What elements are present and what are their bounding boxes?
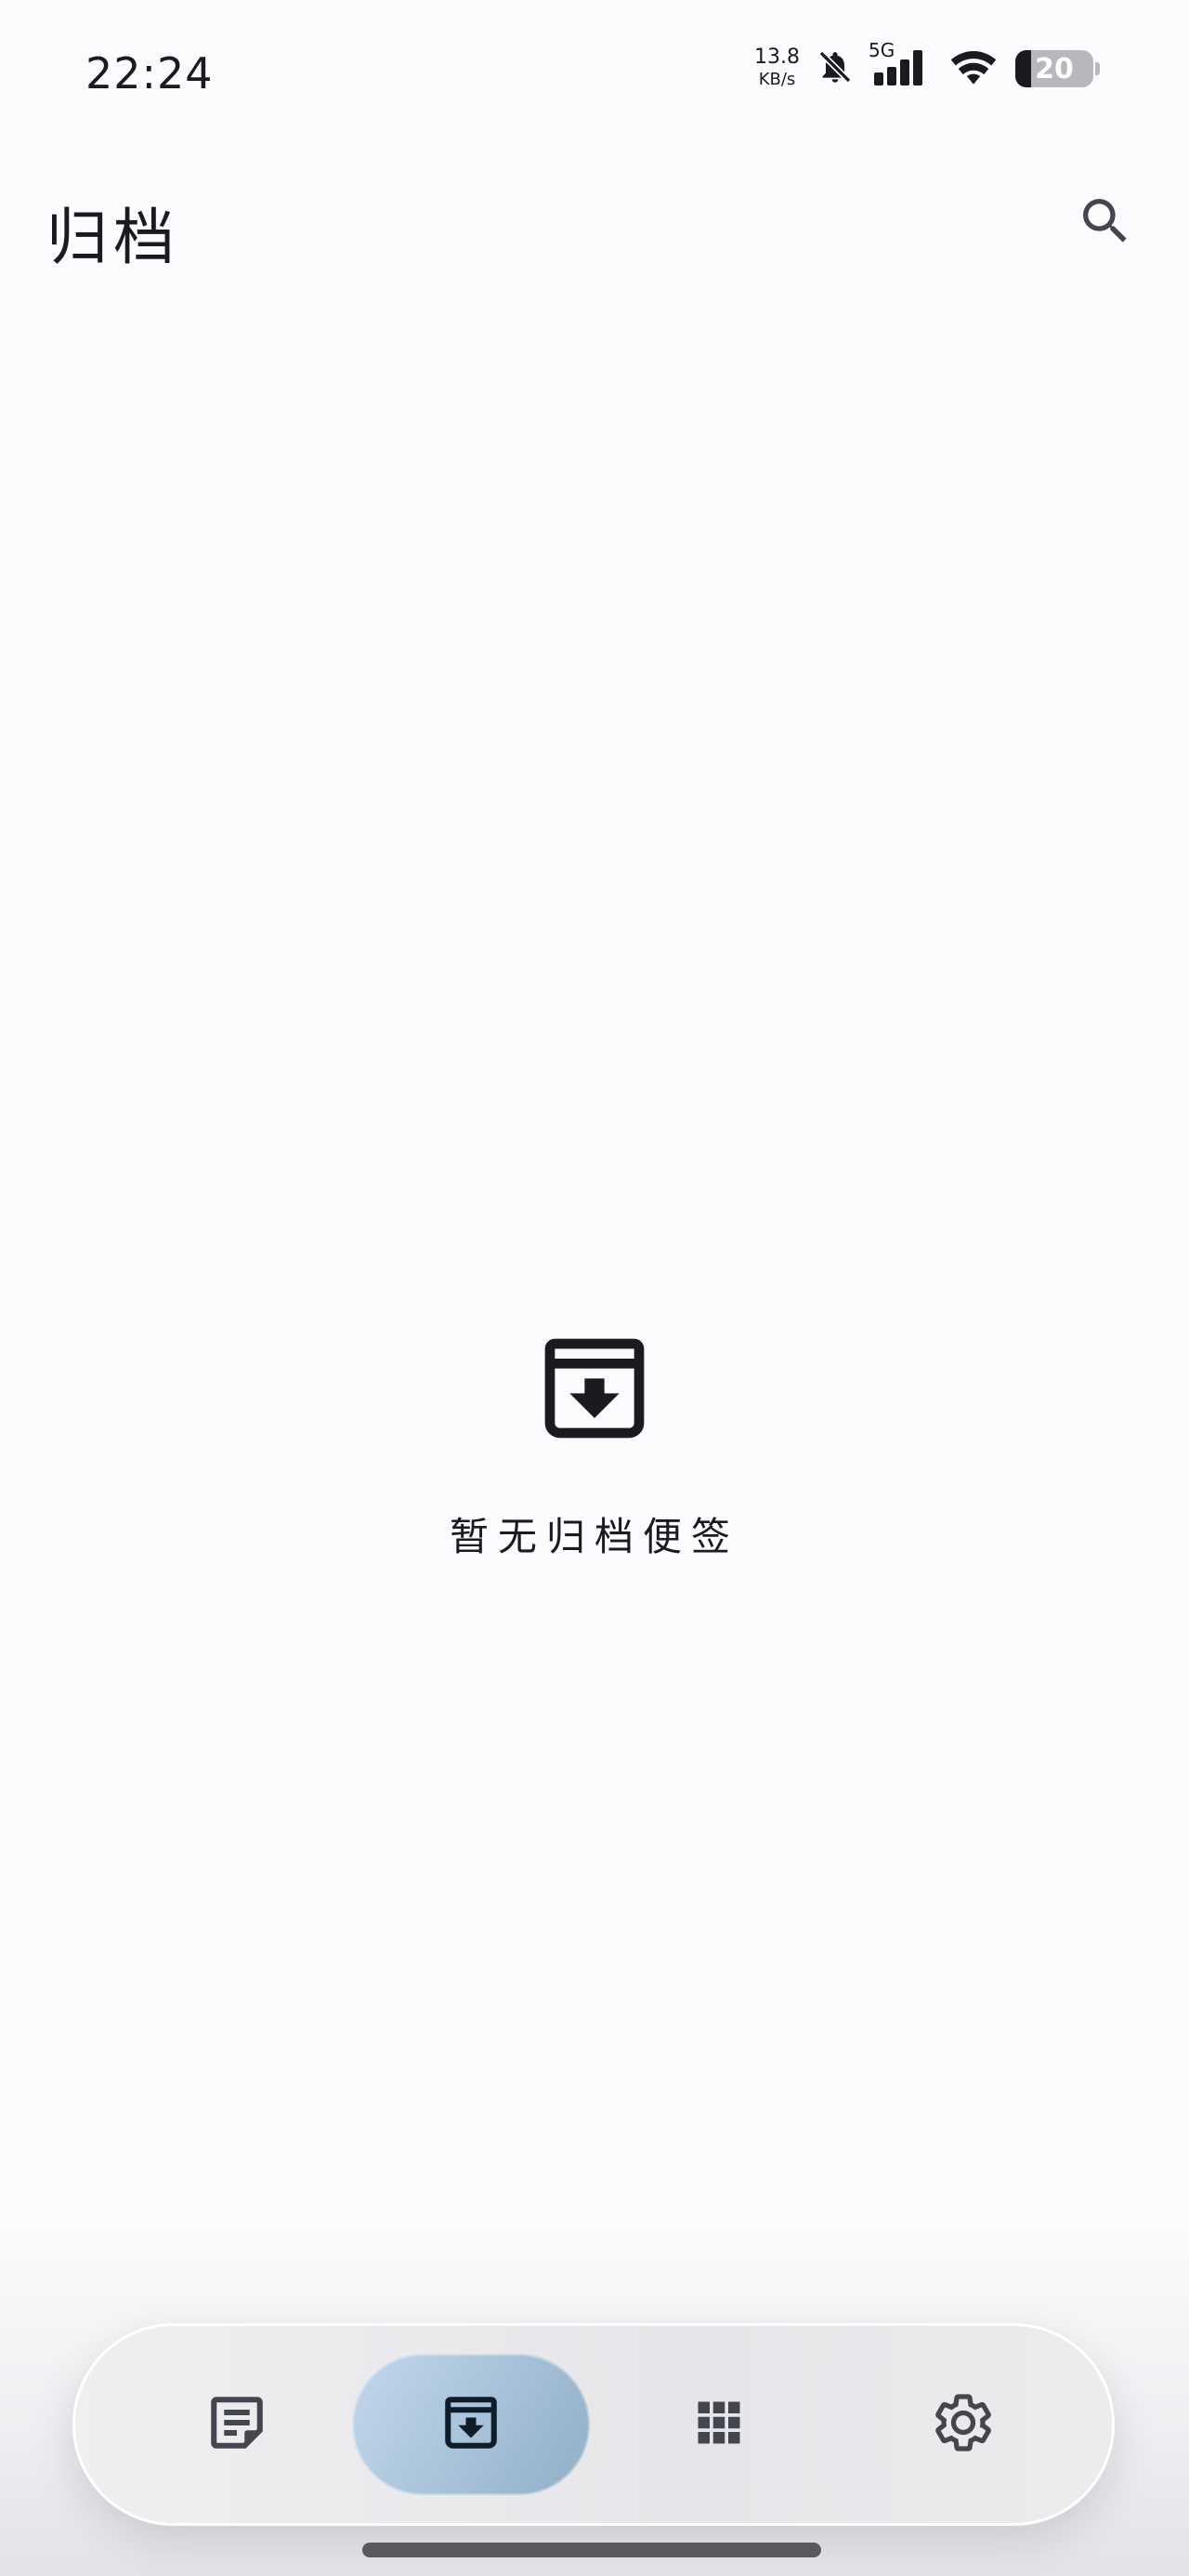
- network-type: 5G: [869, 39, 895, 61]
- network-speed: 13.8 KB/s: [754, 46, 800, 91]
- battery: 20: [1015, 50, 1093, 87]
- home-indicator[interactable]: [362, 2543, 821, 2557]
- gear-icon: [931, 2390, 996, 2459]
- bell-off-icon: [817, 46, 854, 91]
- network-speed-value: 13.8: [754, 46, 800, 69]
- status-time: 22:24: [85, 48, 214, 99]
- bottom-nav: [72, 2323, 1115, 2526]
- search-icon: [1076, 191, 1135, 255]
- network-speed-unit: KB/s: [758, 70, 796, 89]
- nav-item-apps[interactable]: [600, 2354, 838, 2495]
- battery-tip: [1095, 62, 1100, 75]
- empty-state-message: 暂无归档便签: [449, 1514, 739, 1559]
- search-button[interactable]: [1068, 186, 1143, 260]
- page-title: 归档: [46, 202, 180, 273]
- empty-state: 暂无归档便签: [0, 1329, 1189, 1562]
- archive-icon: [440, 2392, 502, 2457]
- nav-item-notes[interactable]: [118, 2354, 356, 2495]
- status-icons: 13.8 KB/s 5G 20: [754, 39, 1100, 91]
- app-bar: 归档: [0, 167, 1189, 279]
- nav-item-settings[interactable]: [844, 2354, 1082, 2495]
- battery-label: 20: [1035, 52, 1074, 85]
- cellular-signal-icon: 5G: [869, 39, 932, 91]
- archive-icon: [535, 1329, 654, 1452]
- battery-icon: 20: [1015, 50, 1100, 87]
- note-icon: [206, 2392, 268, 2457]
- status-bar: 22:24 13.8 KB/s 5G 20: [0, 0, 1189, 149]
- grid-icon: [691, 2395, 747, 2454]
- nav-item-archive[interactable]: [352, 2354, 590, 2495]
- wifi-icon: [948, 46, 999, 91]
